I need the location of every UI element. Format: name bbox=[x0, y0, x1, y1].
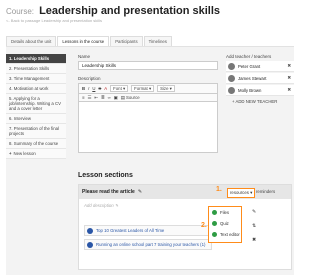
quiz-label: Quiz bbox=[220, 221, 229, 226]
editor-toolbar-second-row: ≡ ☰ ⇤ ≣ ∞ ▣ ▤ Source bbox=[78, 93, 218, 101]
lesson-list: 1. Leadership Skills 2. Presentation Ski… bbox=[6, 54, 66, 159]
tab-bar: Details about the unit Lessons in the co… bbox=[6, 36, 294, 47]
list-item[interactable]: Top 10 Greatest Leaders of All Time bbox=[84, 225, 212, 236]
sidebar-item-time[interactable]: 3. Time Management bbox=[6, 74, 66, 84]
lesson-form: Name Leadership Skills Description B I U… bbox=[78, 54, 218, 153]
font-select-label: Font bbox=[113, 86, 122, 91]
text-color-icon[interactable]: A bbox=[104, 86, 107, 91]
link-icon bbox=[87, 241, 93, 248]
reminders-button[interactable]: reminders bbox=[256, 189, 275, 194]
resources-label: resources bbox=[230, 190, 249, 195]
page-header: Course: Leadership and presentation skil… bbox=[6, 5, 220, 23]
avatar bbox=[228, 86, 235, 94]
lesson-sections-title: Lesson sections bbox=[78, 172, 133, 179]
avatar bbox=[228, 62, 235, 70]
dropdown-item-files[interactable]: Files bbox=[209, 207, 241, 218]
teacher-row: James Stewart ✖ bbox=[226, 73, 294, 84]
size-select-label: Size bbox=[160, 86, 169, 91]
teacher-name: Molly Brown bbox=[238, 87, 262, 93]
sidebar-item-leadership[interactable]: 1. Leadership Skills bbox=[6, 54, 66, 64]
row-actions: ✎ ⇅ ✖ bbox=[252, 205, 256, 247]
title-prefix: Course: bbox=[6, 7, 35, 16]
sidebar-item-applying[interactable]: 5. Applying for a job/internship. Writin… bbox=[6, 94, 66, 114]
editor-toolbar: B I U S A Font ▾ Format ▾ Size ▾ bbox=[78, 83, 218, 93]
teacher-row: Peter Grant ✖ bbox=[226, 61, 294, 72]
move-icon[interactable]: ⇅ bbox=[252, 219, 256, 233]
resources-button[interactable]: resources ▾ bbox=[227, 188, 256, 198]
edit-icon[interactable]: ✎ bbox=[252, 205, 256, 219]
format-select[interactable]: Format ▾ bbox=[131, 85, 155, 92]
resources-dropdown: Files Quiz Text editor bbox=[208, 206, 242, 243]
avatar bbox=[228, 74, 235, 82]
tab-lessons[interactable]: Lessons in the course bbox=[57, 36, 110, 46]
sidebar-item-interview[interactable]: 6. Interview bbox=[6, 114, 66, 124]
section-title: Please read the article bbox=[82, 189, 135, 195]
files-label: Files bbox=[220, 210, 230, 215]
sidebar-item-projects[interactable]: 7. Presentation of the final projects bbox=[6, 124, 66, 139]
dropdown-item-quiz[interactable]: Quiz bbox=[209, 218, 241, 229]
delete-icon[interactable]: ✖ bbox=[252, 233, 256, 247]
description-editor[interactable] bbox=[78, 101, 218, 153]
plus-icon: + bbox=[9, 151, 12, 156]
name-input[interactable]: Leadership Skills bbox=[78, 61, 218, 70]
add-description-link[interactable]: Add description ✎ bbox=[84, 203, 291, 209]
teacher-name: James Stewart bbox=[238, 75, 267, 81]
source-label: Source bbox=[126, 94, 140, 100]
resource-title: Running an online school part 7 training… bbox=[96, 242, 206, 247]
text-editor-icon bbox=[212, 232, 217, 237]
teacher-name: Peter Grant bbox=[238, 63, 261, 69]
italic-button[interactable]: I bbox=[88, 86, 89, 91]
section-header: Please read the article ✎ 1. resources ▾… bbox=[79, 185, 291, 199]
text-editor-label: Text editor bbox=[220, 232, 240, 237]
link-icon[interactable]: ∞ bbox=[108, 95, 111, 100]
list-item[interactable]: Running an online school part 7 training… bbox=[84, 239, 212, 250]
link-icon bbox=[87, 227, 93, 234]
course-title: Leadership and presentation skills bbox=[39, 5, 221, 17]
edit-icon[interactable]: ✎ bbox=[138, 189, 142, 195]
resource-title: Top 10 Greatest Leaders of All Time bbox=[96, 228, 165, 233]
remove-teacher-icon[interactable]: ✖ bbox=[287, 75, 291, 81]
align-center-icon[interactable]: ≣ bbox=[101, 95, 105, 101]
bullet-list-icon[interactable]: ☰ bbox=[88, 95, 92, 101]
add-description-label: Add description bbox=[84, 203, 114, 208]
bold-button[interactable]: B bbox=[82, 86, 85, 91]
sidebar-item-summary[interactable]: 8. Summary of the course bbox=[6, 139, 66, 149]
image-icon[interactable]: ▣ bbox=[114, 95, 118, 101]
remove-teacher-icon[interactable]: ✖ bbox=[287, 87, 291, 93]
sidebar-item-presentation[interactable]: 2. Presentation Skills bbox=[6, 64, 66, 74]
sidebar-item-motivation[interactable]: 4. Motivation at work bbox=[6, 84, 66, 94]
new-lesson-label: New lesson bbox=[13, 151, 36, 156]
name-label: Name bbox=[78, 54, 91, 59]
size-select[interactable]: Size ▾ bbox=[157, 85, 175, 92]
dropdown-item-text-editor[interactable]: Text editor bbox=[209, 229, 241, 240]
quiz-icon bbox=[212, 221, 217, 226]
page-title: Course: Leadership and presentation skil… bbox=[6, 5, 220, 17]
teacher-row: Molly Brown ✖ bbox=[226, 85, 294, 96]
step-marker-1: 1. bbox=[216, 186, 222, 193]
back-link[interactable]: <- Back to passage Leadership and presen… bbox=[6, 18, 220, 23]
remove-teacher-icon[interactable]: ✖ bbox=[287, 63, 291, 69]
lesson-section-card: Please read the article ✎ 1. resources ▾… bbox=[78, 184, 292, 270]
step-marker-2: 2. bbox=[201, 222, 207, 229]
teachers-label: Add teacher / teachers bbox=[226, 54, 272, 59]
add-teacher-button[interactable]: + ADD NEW TEACHER bbox=[232, 99, 294, 104]
teachers-panel: Add teacher / teachers Peter Grant ✖ Jam… bbox=[226, 54, 294, 104]
strike-icon[interactable]: S bbox=[98, 86, 101, 91]
tab-details[interactable]: Details about the unit bbox=[6, 36, 57, 46]
tab-participants[interactable]: Participants bbox=[110, 36, 143, 46]
tab-timelines[interactable]: Timelines bbox=[143, 36, 172, 46]
font-select[interactable]: Font ▾ bbox=[110, 85, 129, 92]
underline-button[interactable]: U bbox=[92, 86, 95, 91]
files-icon bbox=[212, 210, 217, 215]
source-button[interactable]: ▤ Source bbox=[121, 95, 140, 101]
align-left-icon[interactable]: ⇤ bbox=[94, 95, 98, 101]
format-select-label: Format bbox=[134, 86, 148, 91]
ordered-list-icon[interactable]: ≡ bbox=[82, 95, 85, 100]
new-lesson-button[interactable]: + New lesson bbox=[6, 149, 66, 159]
description-label: Description bbox=[78, 76, 101, 81]
